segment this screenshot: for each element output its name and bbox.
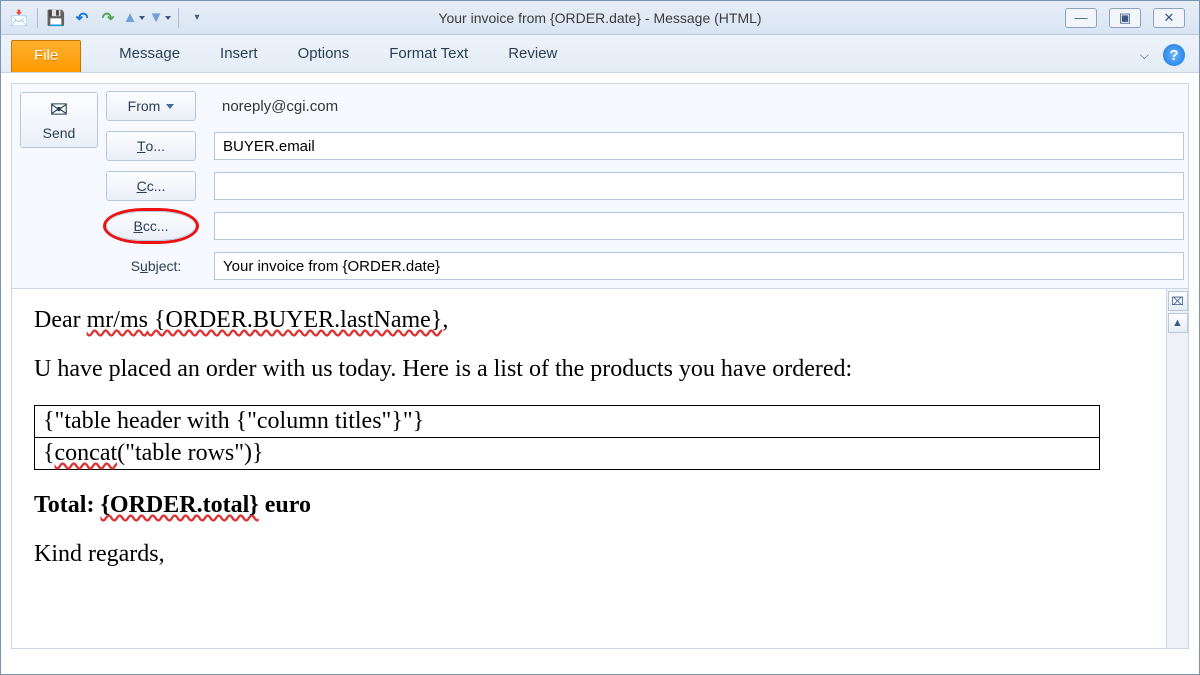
window-controls: — ▣ ✕	[1065, 8, 1199, 28]
tab-insert[interactable]: Insert	[200, 37, 278, 72]
envelope-icon: ✉	[21, 99, 97, 121]
body-table: {"table header with {"column titles"}"} …	[34, 405, 1100, 470]
body-signoff: Kind regards,	[34, 541, 1144, 568]
message-body-wrap: Dear mr/ms {ORDER.BUYER.lastName}, U hav…	[11, 289, 1189, 649]
bcc-field[interactable]	[214, 212, 1184, 240]
qat-separator	[178, 8, 179, 28]
send-button[interactable]: ✉ Send	[20, 92, 98, 148]
cc-button[interactable]: Cc...	[106, 171, 196, 201]
tab-message[interactable]: Message	[99, 37, 200, 72]
next-item-icon[interactable]: ▼	[150, 8, 170, 28]
body-greeting: Dear mr/ms {ORDER.BUYER.lastName},	[34, 307, 1144, 334]
tab-format-text[interactable]: Format Text	[369, 37, 488, 72]
prev-item-icon[interactable]: ▲	[124, 8, 144, 28]
scroll-options-icon[interactable]: ⌧	[1168, 291, 1188, 311]
cc-field[interactable]	[214, 172, 1184, 200]
undo-icon[interactable]: ↶	[72, 8, 92, 28]
table-header-cell: {"table header with {"column titles"}"}	[35, 406, 1100, 438]
body-total: Total: {ORDER.total} euro	[34, 492, 1144, 519]
subject-label: Subject:	[106, 258, 206, 274]
subject-field[interactable]	[214, 252, 1184, 280]
file-tab[interactable]: File	[11, 40, 81, 72]
title-bar: 📩 💾 ↶ ↷ ▲ ▼ ▾ Your invoice from {ORDER.d…	[1, 1, 1199, 35]
help-button[interactable]: ?	[1163, 44, 1185, 66]
quick-access-toolbar: 📩 💾 ↶ ↷ ▲ ▼ ▾	[1, 8, 207, 28]
compose-header: ✉ Send From noreply@cgi.com To... Cc... …	[1, 73, 1199, 289]
to-button[interactable]: To...	[106, 131, 196, 161]
qat-customize-icon[interactable]: ▾	[187, 8, 207, 28]
newmail-icon[interactable]: 📩	[9, 8, 29, 28]
body-scrollbar[interactable]: ⌧ ▲	[1166, 289, 1188, 648]
bcc-button[interactable]: Bcc...	[106, 211, 196, 241]
table-rows-cell: {concat("table rows")}	[35, 438, 1100, 470]
from-button[interactable]: From	[106, 91, 196, 121]
from-value: noreply@cgi.com	[214, 98, 1184, 115]
ribbon-tab-strip: File Message Insert Options Format Text …	[1, 35, 1199, 73]
scroll-up-icon[interactable]: ▲	[1168, 313, 1188, 333]
to-field[interactable]	[214, 132, 1184, 160]
qat-separator	[37, 8, 38, 28]
minimize-button[interactable]: —	[1065, 8, 1097, 28]
tab-review[interactable]: Review	[488, 37, 577, 72]
save-icon[interactable]: 💾	[46, 8, 66, 28]
collapse-ribbon-icon[interactable]: ⌵	[1140, 48, 1149, 63]
send-label: Send	[43, 125, 76, 141]
maximize-button[interactable]: ▣	[1109, 8, 1141, 28]
tab-options[interactable]: Options	[278, 37, 370, 72]
message-body[interactable]: Dear mr/ms {ORDER.BUYER.lastName}, U hav…	[12, 289, 1166, 648]
close-button[interactable]: ✕	[1153, 8, 1185, 28]
body-intro: U have placed an order with us today. He…	[34, 356, 1144, 383]
redo-icon[interactable]: ↷	[98, 8, 118, 28]
